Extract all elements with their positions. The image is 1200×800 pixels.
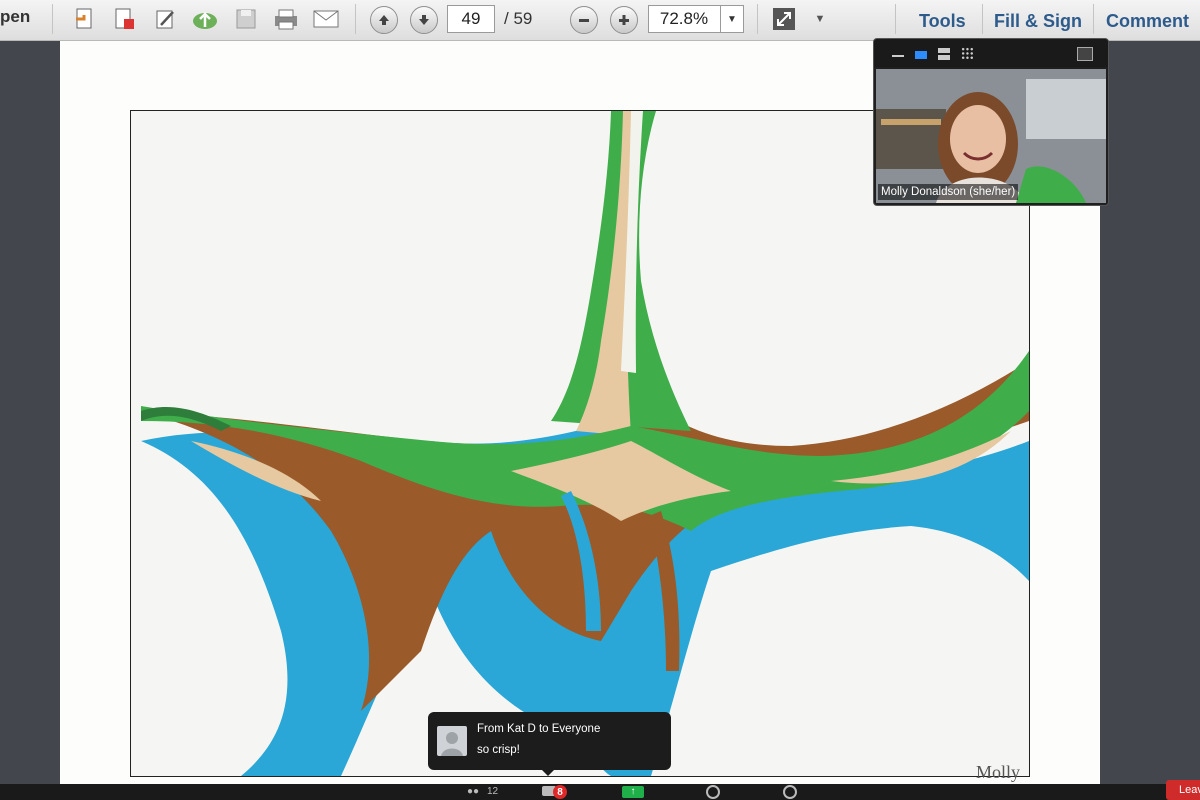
chevron-down-icon[interactable]: ▼ [720,6,743,32]
zoom-in-icon[interactable] [610,6,638,34]
participants-count: 12 [487,786,499,797]
chat-notification[interactable]: From Kat D to Everyone so crisp! [428,712,671,770]
chat-pointer [540,768,556,776]
prev-page-icon[interactable] [370,6,398,34]
participants-icon[interactable]: ●● [467,786,479,797]
toolbar-divider [1093,4,1094,34]
single-view-icon[interactable] [915,51,927,59]
meeting-controls: ●● 12 ↑ [0,784,1200,800]
avatar [437,726,467,756]
strip-view-icon[interactable] [938,48,950,60]
video-controls [874,39,1108,67]
pdf-toolbar: pen 49 / 59 72.8% ▼ ▼ Tools Fill & Sign … [0,0,1200,41]
fullscreen-icon[interactable] [770,5,798,33]
tools-menu[interactable]: Tools [919,11,966,32]
email-icon[interactable] [312,5,340,33]
toolbar-divider [355,4,356,34]
open-menu-label[interactable]: pen [0,7,30,27]
zoom-select[interactable]: 72.8% ▼ [648,5,744,33]
toolbar-divider [757,4,758,34]
chat-unread-badge: 8 [553,785,567,799]
page-number-input[interactable]: 49 [447,5,495,33]
print-icon[interactable] [272,5,300,33]
video-panel[interactable]: Molly Donaldson (she/her) [873,38,1109,206]
zoom-value: 72.8% [659,9,709,28]
zoom-out-icon[interactable] [570,6,598,34]
create-pdf-icon[interactable] [110,5,138,33]
marbled-artwork [130,110,1030,777]
chat-sender: From Kat D to Everyone [477,723,601,735]
more-icon[interactable]: ▼ [806,5,834,33]
participant-name: Molly Donaldson (she/her) [878,184,1019,200]
reactions-icon[interactable] [783,785,797,799]
next-page-icon[interactable] [410,6,438,34]
artist-signature: Molly [976,762,1021,782]
toolbar-divider [895,4,896,34]
save-icon[interactable] [232,5,260,33]
participant-video: Molly Donaldson (she/her) [876,69,1106,203]
gallery-view-icon[interactable] [961,47,974,60]
share-screen-icon[interactable]: ↑ [622,786,644,798]
toolbar-divider [982,4,983,34]
page-total: / 59 [504,9,533,28]
fill-sign-menu[interactable]: Fill & Sign [994,11,1082,32]
toolbar-divider [52,4,53,34]
exit-fullscreen-icon[interactable] [1077,47,1093,61]
minimize-icon[interactable] [892,55,904,57]
open-file-icon[interactable] [70,5,98,33]
upload-icon[interactable] [191,5,219,33]
leave-button[interactable]: Leav [1166,780,1200,800]
record-icon[interactable] [706,785,720,799]
chat-message: so crisp! [477,744,520,756]
comment-menu[interactable]: Comment [1106,11,1189,32]
webcam-image [876,69,1106,203]
marbled-paper-image [131,111,1029,776]
edit-icon[interactable] [151,5,179,33]
